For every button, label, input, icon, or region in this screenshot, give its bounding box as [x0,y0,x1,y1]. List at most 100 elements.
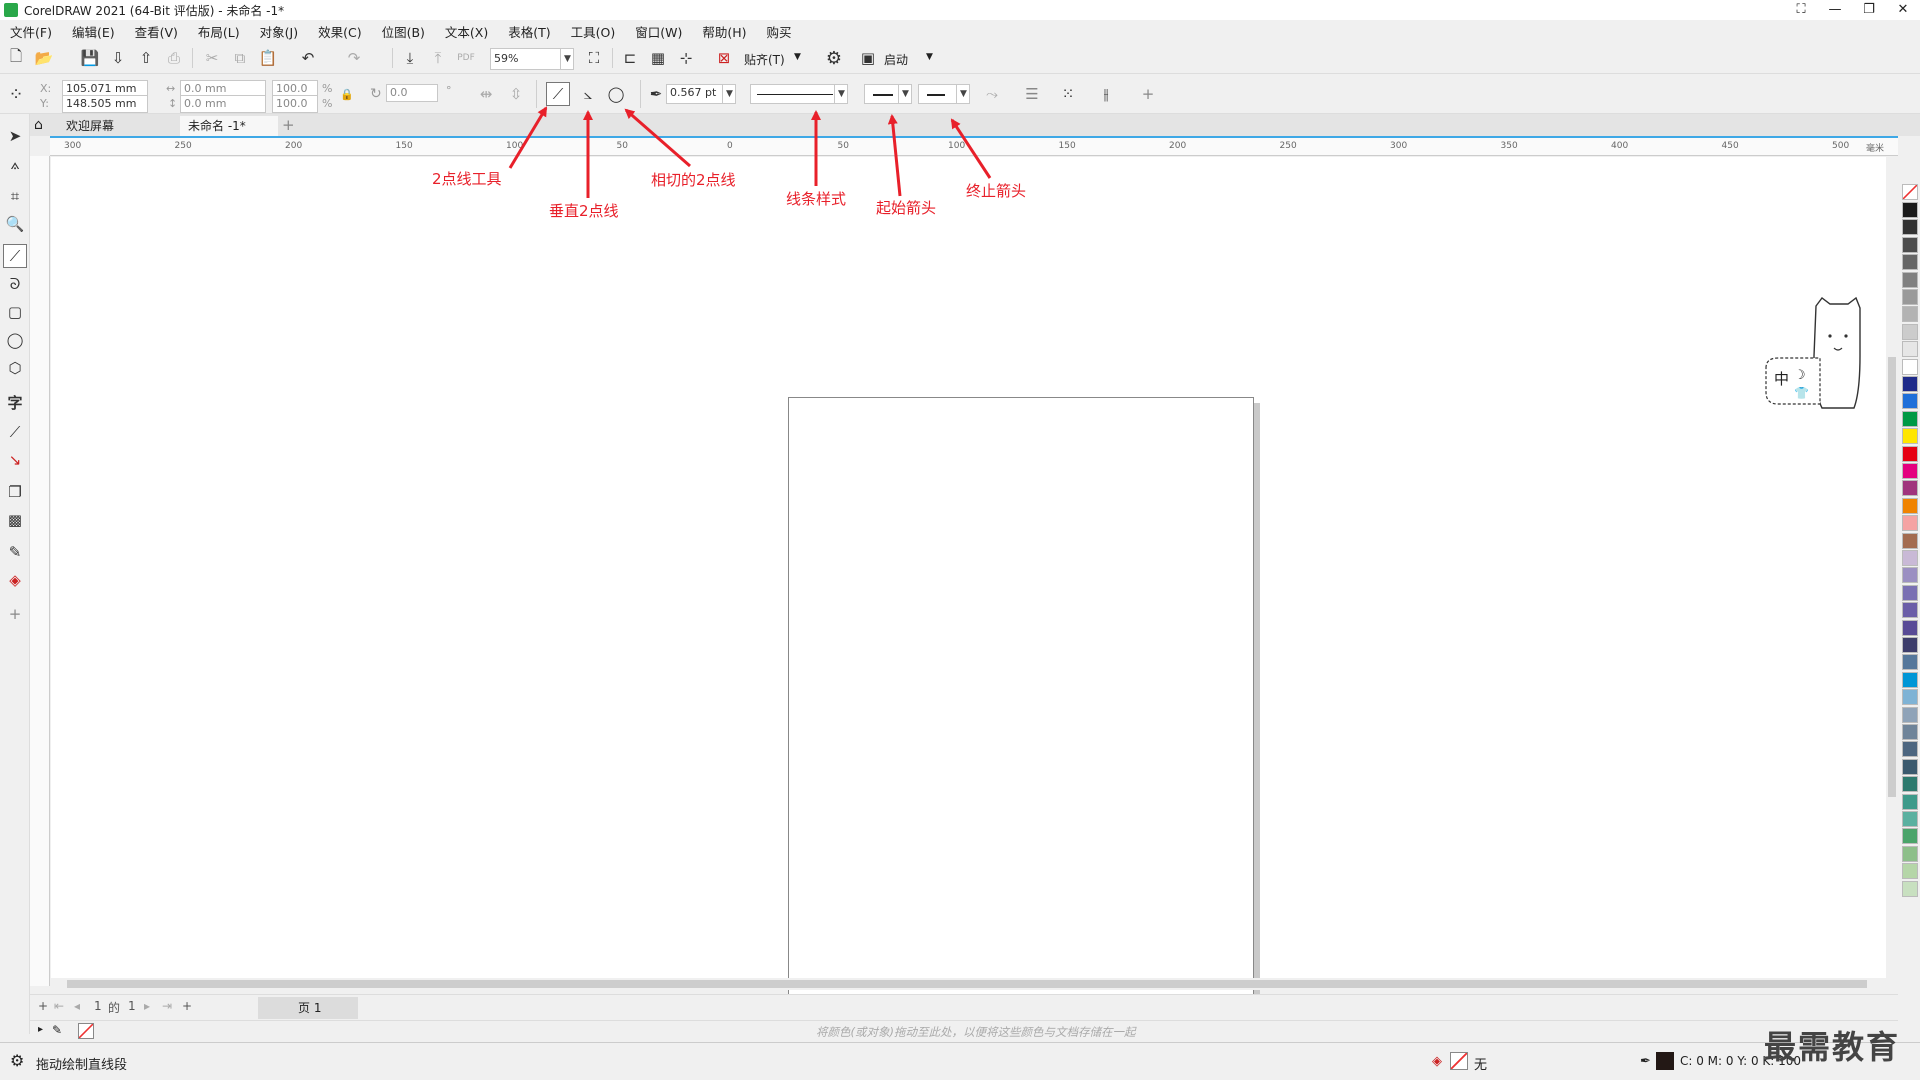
next-page-icon[interactable]: ▸ [144,999,150,1013]
tab-untitled-document[interactable]: 未命名 -1* [180,116,278,136]
palette-color-swatch[interactable] [1902,236,1918,253]
launch-menu[interactable]: 启动 [884,51,908,68]
crop-tool-icon[interactable]: ⌗ [3,184,27,208]
home-icon[interactable]: ⌂ [34,117,43,133]
palette-color-swatch[interactable] [1902,410,1918,427]
launch-dropdown-icon[interactable]: ▼ [926,52,933,62]
cloud-upload-icon[interactable]: ⇧ [134,46,158,70]
show-grid-icon[interactable]: ▦ [646,46,670,70]
first-page-icon[interactable]: ⇤ [54,999,64,1013]
previous-page-icon[interactable]: ◂ [74,999,80,1013]
palette-color-swatch[interactable] [1902,515,1918,532]
palette-color-swatch[interactable] [1902,271,1918,288]
quick-customize-icon[interactable]: + [3,602,27,626]
cloud-download-icon[interactable]: ⇩ [106,46,130,70]
outline-pen-status-icon[interactable]: ✒ [1640,1054,1651,1069]
fill-none-swatch[interactable] [1450,1052,1468,1070]
freehand-tool-icon[interactable]: ⟋ [3,244,27,268]
palette-color-swatch[interactable] [1902,828,1918,845]
ime-chinese-mode-label[interactable]: 中 [1774,368,1789,389]
end-arrow-dropdown-icon[interactable]: ▼ [956,84,970,104]
palette-color-swatch[interactable] [1902,376,1918,392]
palette-color-swatch[interactable] [1902,637,1918,653]
palette-color-swatch[interactable] [1902,654,1918,671]
show-guidelines-icon[interactable]: ⊹ [674,46,698,70]
drawing-canvas[interactable] [51,157,1897,1057]
palette-color-swatch[interactable] [1902,219,1918,236]
new-document-icon[interactable]: 🗋 [4,46,28,70]
dynamic-guides-icon[interactable]: ⫲ [1094,82,1118,106]
snap-to-menu[interactable]: 贴齐(T) [744,51,785,68]
print-icon[interactable]: ⎙ [162,46,186,70]
vertical-scrollbar[interactable] [1886,157,1898,985]
menu-edit[interactable]: 编辑(E) [72,22,115,41]
menu-object[interactable]: 对象(J) [260,22,298,41]
close-curve-icon[interactable]: ⤳ [980,82,1004,106]
start-arrow-dropdown-icon[interactable]: ▼ [898,84,912,104]
ellipse-tool-icon[interactable]: ◯ [3,328,27,352]
line-style-dropdown-icon[interactable]: ▼ [834,84,848,104]
palette-color-swatch[interactable] [1902,289,1918,305]
menu-buy[interactable]: 购买 [767,22,792,41]
show-rulers-icon[interactable]: ⊏ [618,46,642,70]
palette-color-swatch[interactable] [1902,428,1918,445]
redo-icon[interactable]: ↷ [342,46,366,70]
text-tool-icon[interactable]: 字 [3,390,27,414]
no-color-swatch[interactable] [78,1023,94,1039]
palette-color-swatch[interactable] [1902,550,1918,566]
palette-color-swatch[interactable] [1902,463,1918,479]
document-page[interactable] [788,397,1254,1057]
eyedropper-tool-icon[interactable]: ✎ [3,540,27,564]
scale-y-field[interactable]: 100.0 [272,95,318,113]
outline-width-dropdown-icon[interactable]: ▼ [722,84,736,104]
y-position-field[interactable]: 148.505 mm [62,95,148,113]
status-gear-icon[interactable]: ⚙ [10,1051,24,1070]
palette-color-swatch[interactable] [1902,619,1918,636]
palette-color-swatch[interactable] [1902,793,1918,810]
menu-table[interactable]: 表格(T) [508,22,550,41]
menu-file[interactable]: 文件(F) [10,22,52,41]
zoom-dropdown-icon[interactable]: ▼ [560,49,574,69]
parallel-dimension-tool-icon[interactable]: ⟋ [3,420,27,444]
palette-color-swatch[interactable] [1902,689,1918,706]
polygon-tool-icon[interactable]: ⬡ [3,356,27,380]
full-screen-preview-icon[interactable]: ⛶ [582,46,606,70]
palette-color-swatch[interactable] [1902,845,1918,862]
menu-text[interactable]: 文本(X) [445,22,488,41]
palette-color-swatch[interactable] [1902,202,1918,218]
close-button[interactable]: ✕ [1886,0,1920,20]
palette-color-swatch[interactable] [1902,706,1918,723]
add-page-after-icon[interactable]: + [182,999,192,1013]
palette-color-swatch[interactable] [1902,497,1918,514]
ime-floating-widget[interactable]: 中 ☽ 👕 [1764,296,1862,412]
cut-icon[interactable]: ✂ [200,46,224,70]
paste-icon[interactable]: 📋 [256,46,280,70]
pick-tool-icon[interactable]: ➤ [3,124,27,148]
palette-eyedropper-icon[interactable]: ✎ [52,1023,62,1037]
mirror-vertical-icon[interactable]: ⇳ [504,82,528,106]
fill-bucket-icon[interactable]: ◈ [1432,1054,1442,1069]
outline-color-swatch[interactable] [1656,1052,1674,1070]
last-page-icon[interactable]: ⇥ [162,999,172,1013]
two-point-line-icon[interactable]: ⟋ [546,82,570,106]
palette-color-swatch[interactable] [1902,306,1918,323]
lock-ratio-icon[interactable]: 🔒 [340,88,354,101]
add-page-before-icon[interactable]: + [38,999,48,1013]
horizontal-scroll-thumb[interactable] [67,980,1867,988]
snap-dropdown-icon[interactable]: ▼ [794,52,801,62]
snap-off-icon[interactable]: ⊠ [712,46,736,70]
palette-no-color-swatch[interactable] [1902,184,1918,200]
palette-color-swatch[interactable] [1902,724,1918,740]
perpendicular-two-point-line-icon[interactable]: ⦣ [576,82,600,106]
wrap-text-icon[interactable]: ☰ [1020,82,1044,106]
rectangle-tool-icon[interactable]: ▢ [3,300,27,324]
menu-tools[interactable]: 工具(O) [571,22,616,41]
palette-color-swatch[interactable] [1902,758,1918,775]
snap-objects-icon[interactable]: ⁙ [1056,82,1080,106]
mirror-horizontal-icon[interactable]: ⇹ [474,82,498,106]
palette-color-swatch[interactable] [1902,880,1918,897]
menu-view[interactable]: 查看(V) [135,22,178,41]
export-icon[interactable]: ⤒ [426,46,450,70]
minimize-button[interactable]: — [1818,0,1852,20]
palette-color-swatch[interactable] [1902,741,1918,758]
